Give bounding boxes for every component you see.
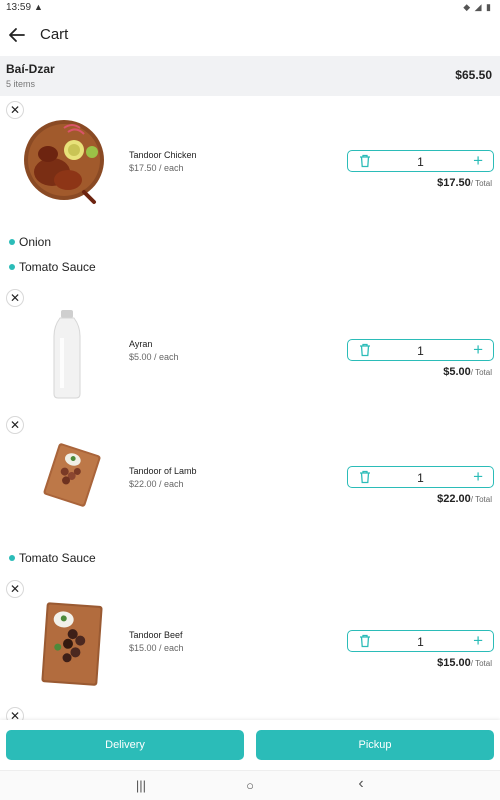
- remove-item-button[interactable]: ✕: [6, 416, 24, 434]
- system-nav-bar: ||| ○ ‹: [0, 770, 500, 800]
- restaurant-summary: Baí-Dzar 5 items $65.50: [0, 56, 500, 96]
- restaurant-name: Baí-Dzar: [6, 62, 55, 76]
- plus-icon[interactable]: +: [473, 632, 483, 650]
- item-name: Tandoor Beef: [129, 630, 183, 640]
- back-arrow-icon[interactable]: [6, 24, 28, 46]
- delivery-button[interactable]: Delivery: [6, 730, 244, 760]
- item-count: 5 items: [6, 79, 36, 89]
- line-total: $17.50/ Total: [437, 177, 492, 189]
- item-name: Tandoor Chicken: [129, 150, 197, 160]
- trash-icon[interactable]: [358, 343, 372, 357]
- trash-icon[interactable]: [358, 634, 372, 648]
- item-name: Tandoor of Lamb: [129, 466, 197, 476]
- page-title: Cart: [40, 26, 69, 43]
- home-icon[interactable]: ○: [240, 778, 260, 794]
- option-label: Onion: [19, 235, 52, 249]
- status-time: 13:59: [6, 2, 32, 13]
- line-total: $5.00/ Total: [443, 366, 492, 378]
- line-total: $22.00/ Total: [437, 493, 492, 505]
- line-total: $15.00/ Total: [437, 657, 492, 669]
- line-total-value: $15.00: [437, 657, 471, 669]
- item-unit-price: $15.00 / each: [129, 643, 184, 653]
- item-unit-price: $5.00 / each: [129, 352, 179, 362]
- trash-icon[interactable]: [358, 470, 372, 484]
- line-total-value: $5.00: [443, 366, 471, 378]
- recents-icon[interactable]: |||: [131, 778, 151, 794]
- item-image-tandoor-chicken: [24, 114, 106, 210]
- plus-icon[interactable]: +: [473, 341, 483, 359]
- line-total-suffix: / Total: [470, 179, 492, 188]
- bullet-icon: [9, 238, 15, 245]
- line-total-value: $17.50: [437, 177, 471, 189]
- trash-icon[interactable]: [358, 154, 372, 168]
- option-label: Tomato Sauce: [19, 551, 96, 565]
- bullet-icon: [9, 554, 15, 561]
- item-image-tandoor-beef: [38, 600, 104, 688]
- status-icons: ◆ ◢ ▮: [463, 2, 492, 12]
- quantity-stepper: 1 +: [347, 630, 494, 652]
- plus-icon[interactable]: +: [473, 468, 483, 486]
- item-image-tandoor-lamb: [40, 440, 104, 510]
- item-option: Tomato Sauce: [9, 260, 96, 274]
- alert-icon: ▲: [34, 2, 43, 12]
- pickup-button[interactable]: Pickup: [256, 730, 494, 760]
- bullet-icon: [9, 263, 15, 270]
- line-total-suffix: / Total: [470, 495, 492, 504]
- nav-back-icon[interactable]: ‹: [351, 775, 371, 792]
- remove-item-button[interactable]: ✕: [6, 289, 24, 307]
- item-unit-price: $22.00 / each: [129, 479, 184, 489]
- quantity-stepper: 1 +: [347, 150, 494, 172]
- quantity-stepper: 1 +: [347, 339, 494, 361]
- item-unit-price: $17.50 / each: [129, 163, 184, 173]
- item-option: Tomato Sauce: [9, 551, 96, 565]
- line-total-suffix: / Total: [470, 368, 492, 377]
- quantity-stepper: 1 +: [347, 466, 494, 488]
- item-option: Onion: [9, 235, 51, 249]
- plus-icon[interactable]: +: [473, 152, 483, 170]
- remove-item-button[interactable]: ✕: [6, 580, 24, 598]
- line-total-suffix: / Total: [470, 659, 492, 668]
- line-total-value: $22.00: [437, 493, 471, 505]
- item-image-ayran: [52, 308, 82, 400]
- cart-total: $65.50: [455, 68, 492, 82]
- app-bar: Cart: [0, 16, 500, 56]
- option-label: Tomato Sauce: [19, 260, 96, 274]
- item-name: Ayran: [129, 339, 153, 349]
- remove-item-button[interactable]: ✕: [6, 101, 24, 119]
- checkout-actions: Delivery Pickup: [0, 720, 500, 770]
- status-bar: 13:59 ▲ ◆ ◢ ▮: [0, 0, 500, 16]
